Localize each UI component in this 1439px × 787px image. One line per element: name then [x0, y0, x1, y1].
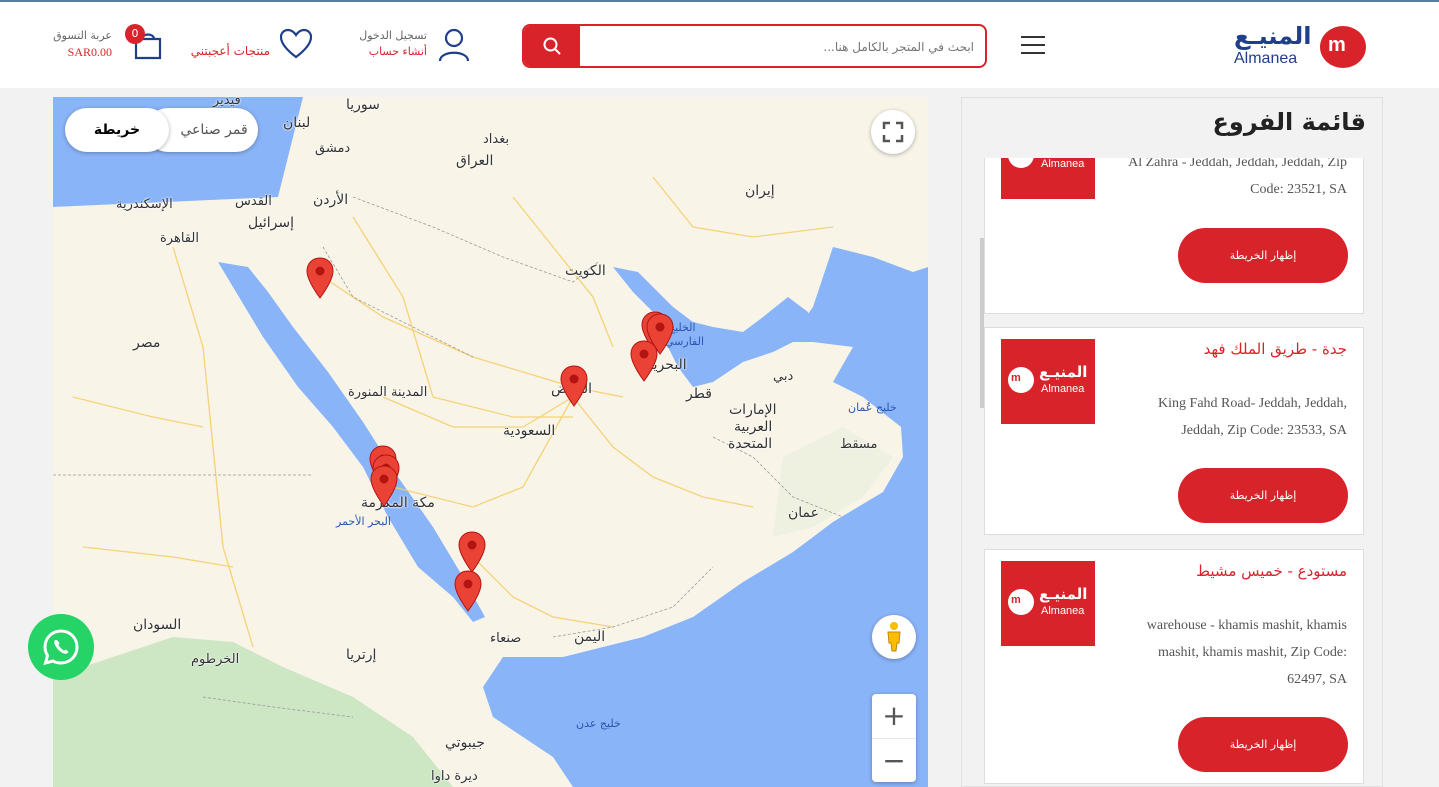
branch-address: King Fahd Road- Jeddah, Jeddah, Jeddah, …	[1158, 396, 1347, 438]
logo[interactable]: المنيـع Almanea m	[1232, 22, 1367, 72]
zoom-control: + −	[872, 694, 916, 782]
branch-marker[interactable]	[629, 340, 659, 382]
show-map-button[interactable]: إظهار الخريطة	[1178, 468, 1348, 523]
branch-logo: m المنيـع Almanea	[1001, 561, 1095, 646]
map-label-lebanon: لبنان	[283, 115, 311, 131]
map-label-alexandria: الإسكندرية	[116, 197, 173, 212]
map-label-red-sea: البحر الأحمر	[336, 515, 391, 528]
branch-logo-arabic: المنيـع	[1039, 585, 1088, 603]
map-label-dire-dawa: ديرة داوا	[431, 769, 478, 784]
cart-count-badge: 0	[125, 24, 145, 44]
branch-logo-english: Almanea	[1041, 158, 1085, 170]
branch-logo-mark-icon: m	[1008, 367, 1034, 393]
map-label-iran: إيران	[745, 183, 775, 199]
branches-title: قائمة الفروع	[1212, 108, 1367, 136]
map-label-iraq: العراق	[456, 153, 494, 169]
map-label-muscat: مسقط	[840, 437, 878, 452]
branch-logo-arabic: المنيـع	[1039, 363, 1088, 381]
search-button[interactable]	[524, 26, 580, 66]
map-label-qatar: قطر	[686, 386, 712, 402]
branch-logo: m المنيـع Almanea	[1001, 339, 1095, 424]
map-label-sanaa: صنعاء	[490, 631, 522, 646]
cart-link[interactable]: عربة التسوق SAR0.00 0	[50, 24, 165, 68]
branch-logo-english: Almanea	[1041, 605, 1085, 617]
wishlist-link[interactable]: منتجات أعجبتني	[185, 28, 315, 68]
branches-map[interactable]: لبنان سوريا دمشق بغداد العراق إيران الأر…	[53, 97, 928, 787]
cart-label: عربة التسوق	[53, 29, 112, 42]
map-label-aden-gulf: خليج عدن	[576, 717, 621, 730]
map-label-yemen: اليمن	[574, 629, 606, 645]
whatsapp-icon	[43, 629, 79, 666]
map-label-egypt: مصر	[133, 335, 161, 351]
branch-card: m المنيـع Almanea جدة - طريق الملك فهد K…	[984, 327, 1364, 535]
map-label-oman: عمان	[788, 505, 819, 521]
map-label-oman-gulf: خليج عُمان	[848, 401, 897, 414]
branch-logo: m المنيـع Almanea	[1001, 158, 1095, 199]
branch-marker[interactable]	[453, 570, 483, 612]
branch-marker[interactable]	[369, 465, 399, 507]
logo-english-text: Almanea	[1234, 50, 1298, 67]
branch-name: مستودع - خميس مشيط	[1196, 562, 1347, 580]
map-label-madinah: المدينة المنورة	[348, 385, 428, 400]
show-map-button[interactable]: إظهار الخريطة	[1178, 228, 1348, 283]
map-label-kuwait: الكويت	[565, 263, 606, 279]
branches-panel: قائمة الفروع m المنيـع Almanea Al Zahra …	[961, 97, 1383, 787]
map-label-sudan: السودان	[133, 617, 182, 633]
map-label-dubai: دبي	[773, 369, 794, 384]
show-map-button[interactable]: إظهار الخريطة	[1178, 717, 1348, 772]
zoom-in-button[interactable]: +	[872, 694, 916, 738]
branch-address: warehouse - khamis mashit, khamis mashit…	[1146, 618, 1347, 687]
map-label-quds: القدس	[235, 194, 272, 209]
branch-logo-mark-icon: m	[1008, 589, 1034, 615]
map-label-saudi: السعودية	[503, 423, 556, 439]
search-input[interactable]	[582, 26, 985, 66]
street-view-pegman[interactable]	[872, 615, 916, 659]
branch-card: m المنيـع Almanea Al Zahra - Jeddah, Jed…	[984, 158, 1364, 314]
map-label-damascus: دمشق	[315, 141, 351, 156]
search-icon	[543, 37, 561, 55]
map-label-eritrea: إرتريا	[346, 647, 377, 663]
map-label-uae-3: المتحدة	[728, 436, 773, 452]
map-label-fadeid: فيدير	[213, 97, 241, 108]
map-label-uae-1: الإمارات	[729, 402, 777, 418]
whatsapp-button[interactable]	[28, 614, 94, 680]
map-label-djibouti: جيبوتي	[445, 735, 485, 751]
map-type-map-button[interactable]: خريطة	[65, 108, 169, 152]
wishlist-label: منتجات أعجبتني	[190, 44, 270, 58]
map-label-syria: سوريا	[346, 97, 380, 113]
branch-logo-english: Almanea	[1041, 383, 1085, 395]
login-link[interactable]: تسجيل الدخول	[359, 29, 427, 42]
zoom-out-button[interactable]: −	[872, 738, 916, 783]
map-label-israel: إسرائيل	[248, 215, 294, 231]
branch-address: Al Zahra - Jeddah, Jeddah, Jeddah, Zip C…	[1128, 158, 1347, 197]
branch-marker[interactable]	[457, 531, 487, 573]
account-link[interactable]: تسجيل الدخول أنشاء حساب	[357, 26, 472, 66]
heart-icon	[279, 28, 313, 59]
logo-arabic-text: المنيـع	[1234, 22, 1312, 50]
map-label-khartoum: الخرطوم	[191, 652, 240, 667]
pegman-icon	[887, 622, 901, 652]
fullscreen-icon	[882, 121, 904, 143]
branch-marker[interactable]	[559, 365, 589, 407]
branch-marker[interactable]	[305, 257, 335, 299]
fullscreen-button[interactable]	[871, 110, 915, 154]
branches-list[interactable]: m المنيـع Almanea Al Zahra - Jeddah, Jed…	[984, 158, 1366, 786]
map-label-cairo: القاهرة	[160, 231, 199, 246]
cart-total: SAR0.00	[67, 45, 112, 59]
branch-logo-mark-icon: m	[1008, 158, 1034, 168]
site-header: المنيـع Almanea m تسجيل الدخول أنشاء حسا…	[0, 2, 1439, 88]
branch-card: m المنيـع Almanea مستودع - خميس مشيط war…	[984, 549, 1364, 784]
map-label-jordan: الأردن	[313, 192, 349, 208]
map-label-uae-2: العربية	[734, 419, 773, 435]
user-icon	[438, 28, 470, 62]
register-link[interactable]: أنشاء حساب	[369, 45, 427, 58]
logo-mark-icon: m	[1320, 26, 1366, 68]
map-canvas[interactable]	[53, 97, 928, 787]
menu-icon[interactable]	[1021, 36, 1045, 54]
map-label-baghdad: بغداد	[483, 132, 510, 147]
branch-name: جدة - طريق الملك فهد	[1203, 340, 1347, 358]
search-bar	[522, 24, 987, 68]
